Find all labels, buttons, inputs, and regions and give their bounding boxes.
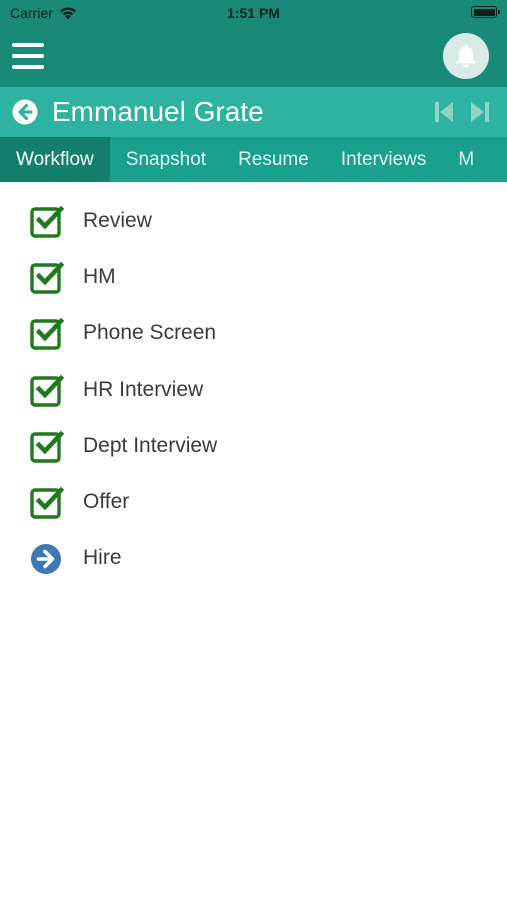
workflow-step-dept-interview[interactable]: Dept Interview — [0, 429, 507, 485]
workflow-step-label: HM — [83, 265, 116, 289]
app-screen: Carrier 1:51 PM Emmanuel Grate Workflow … — [0, 0, 507, 900]
bell-icon — [456, 44, 476, 68]
workflow-step-label: Offer — [83, 489, 130, 513]
status-time: 1:51 PM — [227, 5, 280, 21]
workflow-step-label: Review — [83, 209, 152, 232]
checkbox-checked-icon — [30, 318, 64, 351]
notifications-button[interactable] — [443, 33, 489, 79]
workflow-step-review[interactable]: Review — [0, 204, 507, 260]
tab-workflow[interactable]: Workflow — [0, 137, 110, 182]
tab-resume[interactable]: Resume — [222, 137, 325, 182]
tab-interviews[interactable]: Interviews — [325, 137, 443, 182]
tab-more[interactable]: M — [442, 137, 490, 182]
arrow-left-circle-icon[interactable] — [12, 99, 38, 125]
candidate-tabs: Workflow Snapshot Resume Interviews M — [0, 137, 507, 182]
skip-last-icon[interactable] — [469, 100, 491, 124]
candidate-header: Emmanuel Grate — [0, 87, 507, 137]
workflow-step-hm[interactable]: HM — [0, 260, 507, 316]
workflow-step-offer[interactable]: Offer — [0, 485, 507, 541]
status-bar: Carrier 1:51 PM — [0, 0, 507, 25]
skip-first-icon[interactable] — [433, 100, 455, 124]
checkbox-checked-icon — [30, 261, 64, 294]
candidate-name: Emmanuel Grate — [52, 96, 264, 127]
checkbox-checked-icon — [30, 486, 64, 519]
workflow-step-hr-interview[interactable]: HR Interview — [0, 373, 507, 429]
checkbox-checked-icon — [30, 430, 64, 463]
checkbox-checked-icon — [30, 205, 64, 238]
workflow-step-label: Phone Screen — [83, 321, 217, 345]
workflow-step-phone-screen[interactable]: Phone Screen — [0, 316, 507, 372]
workflow-step-hire[interactable]: Hire — [0, 541, 507, 597]
workflow-step-label: HR Interview — [83, 377, 204, 401]
hamburger-menu-icon[interactable] — [12, 43, 44, 69]
battery-icon — [471, 6, 500, 18]
checkbox-checked-icon — [30, 374, 64, 407]
workflow-step-label: Dept Interview — [83, 433, 218, 457]
arrow-right-circle-icon — [31, 544, 61, 575]
candidate-navigation — [433, 100, 491, 124]
tab-snapshot[interactable]: Snapshot — [110, 137, 222, 182]
workflow-steps-list: Review HM Phone Screen HR Interview Dept… — [0, 182, 507, 597]
top-app-bar — [0, 25, 507, 87]
workflow-step-label: Hire — [83, 546, 122, 570]
